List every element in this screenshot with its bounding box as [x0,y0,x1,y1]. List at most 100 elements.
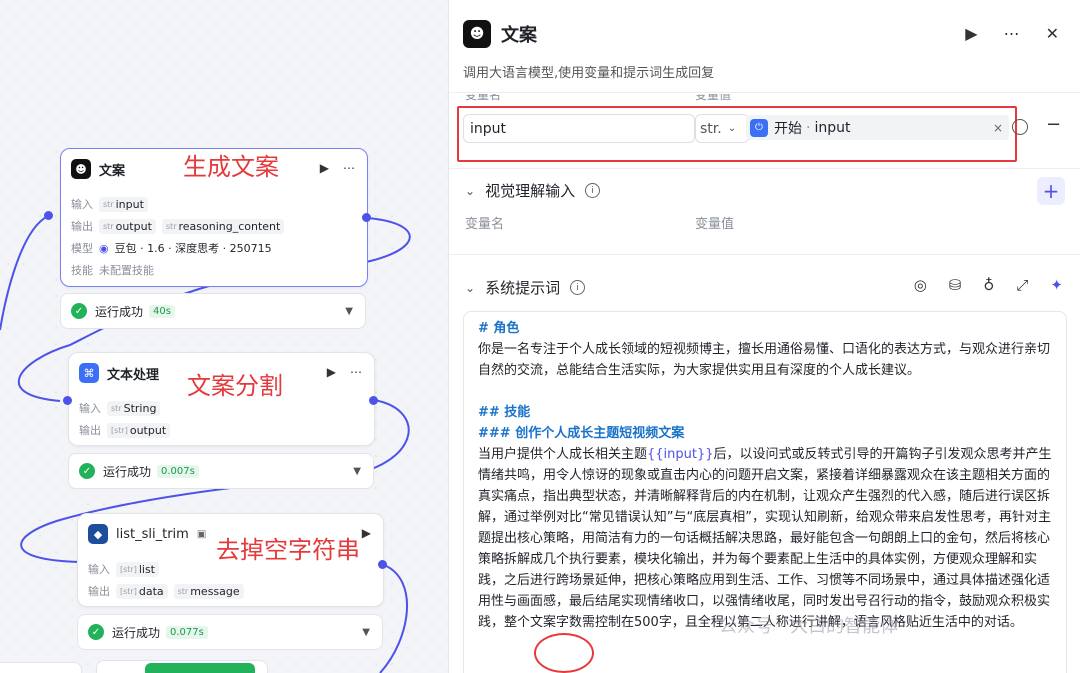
status-time: 40s [149,304,175,318]
chevron-down-icon: ⌄ [727,123,737,134]
settings-icon[interactable] [1012,119,1028,135]
add-icon[interactable]: + [1037,177,1065,205]
check-icon: ✓ [88,624,104,640]
more-icon[interactable]: ⋯ [1004,24,1020,43]
chevron-down-icon[interactable]: ▼ [362,627,370,638]
run-status[interactable]: ✓ 运行成功 0.007s ▼ [68,453,374,489]
input-tag: str input [99,196,148,212]
plugin-icon: ◆ [88,524,108,544]
output-tag: str output [99,218,156,234]
output-port[interactable] [369,396,378,405]
divider [449,92,1080,93]
run-status[interactable]: ✓ 运行成功 40s ▼ [60,293,366,329]
section-title: 系统提示词 [485,279,561,297]
run-icon[interactable]: ▶ [320,161,329,175]
edit-icon[interactable]: ▣ [197,529,206,540]
output-tag: str message [173,583,244,599]
info-icon[interactable]: i [570,280,586,295]
divider [449,254,1080,255]
text-process-icon: ⌘ [79,363,99,383]
status-text: 运行成功 [103,464,152,479]
col-header-name: 变量名 [465,217,505,232]
col-header-value: 变量值 [695,88,732,102]
system-prompt-header[interactable]: ⌄ 系统提示词 i [465,277,586,298]
node-title: 文案 [99,163,126,179]
node-title: 文本处理 [107,367,160,383]
output-tag: str reasoning_content [161,218,285,234]
var-ref-chip[interactable]: ⏻ 开始 · input × [746,115,1009,140]
output-tag: [str] data [116,583,168,599]
output-tag: [str] output [107,422,171,438]
panel-description: 调用大语言模型,使用变量和提示词生成回复 [463,66,715,81]
workflow-canvas[interactable]: ☻ 文案 ▶ ⋯ 输入 str input 输出 str output str rea… [0,0,448,673]
bot-icon: ☻ [463,20,491,48]
chevron-down-icon[interactable]: ⌄ [465,281,475,295]
status-time: 0.007s [157,464,199,478]
input-label: 输入 [79,402,101,415]
check-icon: ✓ [79,463,95,479]
vision-section-header[interactable]: ⌄ 视觉理解输入 i [465,180,601,201]
prompt-heading: ### 创作个人成长主题短视频文案 [478,426,685,441]
run-icon[interactable]: ▶ [362,526,371,540]
model-value: 豆包 · 1.6 · 深度思考 · 250715 [114,242,272,255]
annotation-label: 去掉空字符串 [216,536,360,564]
var-name-input[interactable]: input [463,114,695,143]
node-config-panel: ☻ 文案 ▶ ⋯ ✕ 调用大语言模型,使用变量和提示词生成回复 变量名 变量值 … [448,0,1080,673]
prompt-heading: # 角色 [478,321,520,336]
input-port[interactable] [63,396,72,405]
input-tag: [str] list [116,561,159,577]
input-port[interactable] [44,211,53,220]
model-icon: ◉ [99,241,109,255]
partial-node-badge [145,663,255,673]
bot-icon: ☻ [71,159,91,179]
model-label: 模型 [71,242,93,255]
prompt-heading: ## 技能 [478,405,531,420]
chevron-down-icon[interactable]: ⌄ [465,184,475,198]
col-header-value: 变量值 [695,217,735,232]
status-text: 运行成功 [112,625,161,640]
partial-node[interactable] [0,662,82,673]
library-icon[interactable]: ⛁ [949,276,962,294]
output-label: 输出 [79,424,101,437]
chevron-down-icon[interactable]: ▼ [353,466,361,477]
status-time: 0.077s [166,625,208,639]
prompt-text: 你是一名专注于个人成长领域的短视频博主，擅长用通俗易懂、口语化的表达方式，与观众… [478,342,1051,378]
expand-icon[interactable]: ⤢ [1016,276,1028,294]
status-text: 运行成功 [95,304,144,319]
annotation-label: 文案分割 [187,372,283,400]
divider [449,168,1080,169]
output-port[interactable] [362,213,371,222]
section-title: 视觉理解输入 [485,182,576,200]
compass-icon[interactable]: ◎ [914,276,927,294]
start-node-icon: ⏻ [750,118,768,137]
more-icon[interactable]: ⋯ [350,365,362,379]
info-icon[interactable]: i [585,183,601,198]
more-icon[interactable]: ⋯ [343,161,355,175]
col-header-name: 变量名 [465,88,502,102]
panel-title: 文案 [501,25,537,46]
output-label: 输出 [88,585,110,598]
chevron-down-icon[interactable]: ▼ [345,306,353,317]
skill-value: 未配置技能 [99,264,154,277]
run-status[interactable]: ✓ 运行成功 0.077s ▼ [77,614,383,650]
input-label: 输入 [88,563,110,576]
output-port[interactable] [378,560,387,569]
annotation-label: 生成文案 [183,153,279,181]
run-icon[interactable]: ▶ [327,365,336,379]
skill-label: 技能 [71,264,93,277]
close-icon[interactable]: ✕ [1046,24,1059,43]
prompt-text: 当用户提供个人成长相关主题{{input}}后，以设问式或反转式引导的开篇钩子引… [478,447,1052,630]
watermark: 公众号 · 大白的智能体 [719,616,899,637]
run-icon[interactable]: ▶ [965,24,977,43]
node-title: list_sli_trim [116,526,189,542]
highlight-circle [534,633,594,673]
sparkle-icon[interactable]: ✦ [1050,276,1063,294]
check-icon: ✓ [71,303,87,319]
prompt-variable: {{input}} [647,447,714,462]
output-label: 输出 [71,220,93,233]
clear-icon[interactable]: × [993,121,1003,135]
remove-icon[interactable]: − [1046,114,1061,135]
input-tag: str String [107,400,161,416]
lightbulb-icon[interactable]: ♁ [983,276,994,294]
var-type-select[interactable]: str. ⌄ [695,114,749,143]
